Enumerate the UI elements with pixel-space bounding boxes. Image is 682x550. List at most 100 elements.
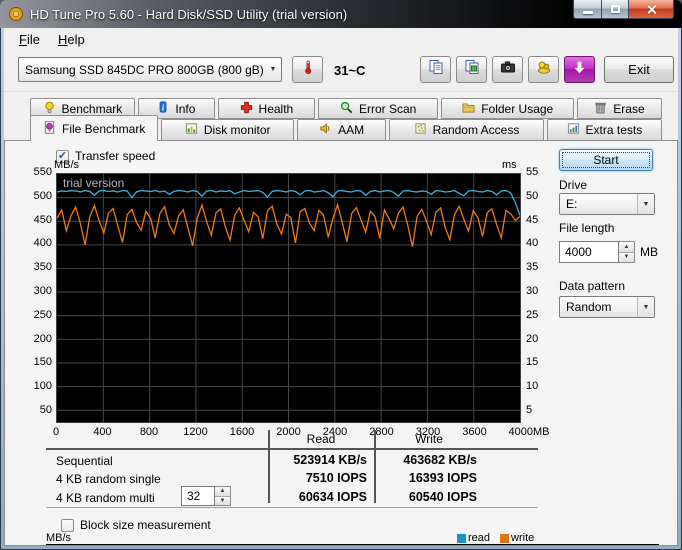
file-benchmark-icon [43, 121, 56, 137]
magnifier-icon [340, 101, 353, 117]
block-size-chart-strip [46, 544, 659, 546]
exit-button[interactable]: Exit [604, 56, 674, 83]
read-legend-swatch [457, 534, 466, 543]
exit-button-label: Exit [628, 62, 650, 77]
sequential-write-value: 463682 KB/s [381, 453, 477, 467]
read-legend-label: read [468, 532, 490, 544]
thermometer-icon [301, 60, 315, 79]
tab-folder-usage[interactable]: Folder Usage [441, 98, 573, 119]
temperature-button[interactable] [292, 56, 323, 83]
row-random-single-label: 4 KB random single [56, 472, 161, 486]
tab-info-label: Info [175, 102, 195, 116]
table-top-rule [46, 448, 538, 450]
bar-chart-icon [185, 122, 198, 138]
tab-benchmark-label: Benchmark [62, 102, 123, 116]
spinner-down-icon[interactable]: ▼ [619, 253, 634, 263]
write-legend-label: write [511, 532, 534, 544]
menu-file[interactable]: File [10, 29, 49, 50]
tab-health[interactable]: Health [218, 98, 315, 119]
row-random-multi-label: 4 KB random multi [56, 491, 155, 505]
copy-text-icon [428, 59, 444, 80]
random-single-read-value: 7510 IOPS [275, 471, 367, 485]
copy-text-button[interactable] [420, 56, 451, 83]
copy-image-icon [464, 59, 480, 80]
tab-file-benchmark[interactable]: File Benchmark [30, 115, 158, 141]
start-button[interactable]: Start [559, 149, 653, 171]
chart-legend: read write [457, 532, 534, 544]
screenshot-button[interactable] [492, 56, 523, 83]
tab-extra-tests[interactable]: Extra tests [547, 119, 662, 141]
tab-disk-monitor[interactable]: Disk monitor [161, 119, 294, 141]
window-body: File Help Samsung SSD 845DC PRO 800GB (8… [4, 28, 678, 546]
queue-depth-input[interactable] [181, 486, 215, 506]
chevron-down-icon: ▼ [637, 297, 654, 317]
data-pattern-value: Random [560, 300, 637, 314]
block-size-checkbox[interactable]: Block size measurement [61, 518, 211, 532]
tab-error-scan-label: Error Scan [359, 102, 416, 116]
random-single-write-value: 16393 IOPS [381, 471, 477, 485]
file-length-input[interactable] [559, 241, 619, 263]
trash-icon [594, 101, 607, 117]
trial-watermark: trial version [63, 176, 124, 190]
app-window: HD Tune Pro 5.60 - Hard Disk/SSD Utility… [0, 0, 682, 550]
dotted-page-icon [414, 122, 427, 138]
coins-hand-icon [536, 59, 552, 80]
tab-disk-monitor-label: Disk monitor [204, 123, 271, 137]
write-legend-swatch [500, 534, 509, 543]
sequential-read-value: 523914 KB/s [275, 453, 367, 467]
data-pattern-dropdown[interactable]: Random ▼ [559, 296, 655, 318]
info-icon: i [157, 101, 169, 116]
download-arrow-icon [572, 60, 587, 80]
tab-aam[interactable]: AAM [297, 119, 386, 141]
title-bar: HD Tune Pro 5.60 - Hard Disk/SSD Utility… [0, 0, 682, 28]
file-length-stepper: ▲ ▼ MB [559, 241, 658, 263]
table-bottom-rule [46, 507, 538, 508]
close-icon [646, 4, 657, 15]
tab-random-access[interactable]: Random Access [389, 119, 544, 141]
window-title: HD Tune Pro 5.60 - Hard Disk/SSD Utility… [30, 7, 347, 22]
tab-strip: Benchmark i Info Health Error Scan Folde… [4, 92, 678, 140]
benchmark-chart: trial version [56, 173, 521, 423]
drive-dropdown[interactable]: E: ▼ [559, 193, 655, 215]
y-axis-right-unit: ms [502, 159, 517, 171]
tab-extra-tests-label: Extra tests [586, 123, 643, 137]
drive-selector-combobox[interactable]: Samsung SSD 845DC PRO 800GB (800 gB) ▼ [18, 57, 282, 82]
checkbox-unchecked [61, 519, 74, 532]
minimize-button[interactable] [573, 0, 602, 19]
hd-tune-logo-icon [8, 6, 24, 22]
drive-selector-value: Samsung SSD 845DC PRO 800GB (800 gB) [19, 63, 265, 77]
maximize-button[interactable] [602, 0, 629, 19]
tab-random-access-label: Random Access [433, 123, 520, 137]
row-sequential-label: Sequential [56, 454, 113, 468]
table-divider [374, 430, 376, 503]
menu-help[interactable]: Help [49, 29, 94, 50]
y-axis-left-ticks: 55050045040035030025020015010050 [16, 173, 52, 423]
menu-bar: File Help [4, 28, 678, 50]
tab-error-scan[interactable]: Error Scan [318, 98, 439, 119]
y-axis-left-unit: MB/s [54, 159, 79, 171]
mini-chart-icon [567, 122, 580, 138]
copy-image-button[interactable] [456, 56, 487, 83]
chevron-down-icon: ▼ [637, 194, 654, 214]
bottom-chart-unit: MB/s [46, 532, 71, 544]
file-length-unit: MB [640, 245, 658, 259]
y-axis-right-ticks: 555045403530252015105 [526, 173, 560, 423]
random-multi-read-value: 60634 IOPS [275, 490, 367, 504]
save-results-button[interactable] [564, 56, 595, 83]
close-button[interactable] [629, 0, 674, 19]
minimize-icon [583, 11, 593, 14]
temperature-readout: 31~C [334, 63, 365, 78]
speaker-icon [319, 122, 332, 138]
camera-icon [500, 59, 516, 80]
spinner-down-icon[interactable]: ▼ [215, 497, 230, 506]
start-button-label: Start [593, 153, 618, 167]
spinner-up-icon[interactable]: ▲ [215, 487, 230, 497]
spinner-up-icon[interactable]: ▲ [619, 242, 634, 253]
transfer-speed-label: Transfer speed [75, 149, 155, 163]
donate-button[interactable] [528, 56, 559, 83]
tab-health-label: Health [259, 102, 294, 116]
table-divider [268, 430, 270, 503]
red-cross-icon [240, 101, 253, 117]
write-column-header: Write [383, 432, 475, 446]
tab-erase[interactable]: Erase [577, 98, 662, 119]
